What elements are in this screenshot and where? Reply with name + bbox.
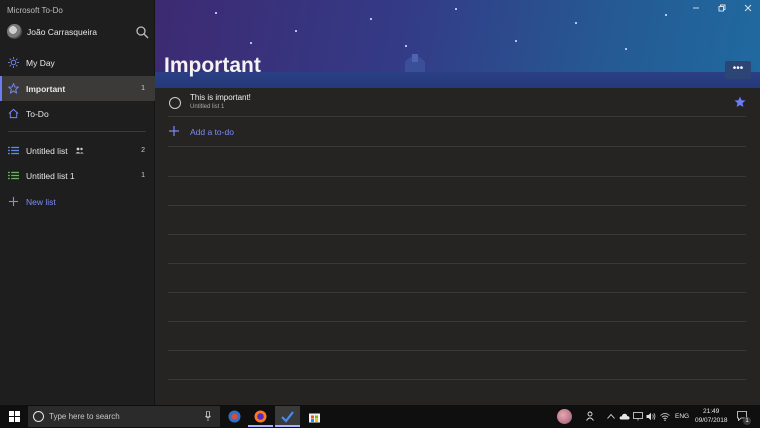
todo-check-icon	[281, 411, 294, 423]
star-dot	[625, 48, 627, 50]
store-bag-icon	[309, 413, 320, 423]
sidebar: Microsoft To-Do João Carrasqueira My Day…	[0, 0, 155, 405]
onedrive-cloud-icon[interactable]	[619, 412, 630, 420]
close-icon	[744, 4, 752, 12]
sidebar-item-important[interactable]: Important 1	[0, 76, 155, 101]
restore-button[interactable]	[716, 4, 728, 14]
sidebar-item-label: To-Do	[26, 109, 49, 119]
people-avatar[interactable]	[557, 409, 572, 424]
search-placeholder: Type here to search	[49, 412, 120, 421]
star-dot	[575, 22, 577, 24]
sidebar-divider	[8, 131, 146, 132]
sidebar-item-to-do[interactable]: To-Do	[0, 101, 155, 126]
volume-icon[interactable]	[646, 412, 656, 421]
shared-people-icon	[75, 147, 84, 154]
taskbar-app-ccleaner[interactable]	[222, 406, 247, 427]
network-icon[interactable]	[633, 412, 643, 421]
sun-icon	[8, 57, 19, 68]
sidebar-item-label: Untitled list 1	[26, 171, 75, 181]
star-dot	[295, 30, 297, 32]
star-outline-icon	[8, 83, 19, 94]
star-dot	[515, 40, 517, 42]
star-dot	[250, 42, 252, 44]
cortana-icon	[33, 411, 44, 422]
chevron-up-icon[interactable]	[607, 413, 615, 419]
wifi-icon[interactable]	[660, 412, 670, 421]
divider	[168, 379, 746, 380]
star-dot	[455, 8, 457, 10]
taskbar-app-firefox[interactable]	[248, 406, 273, 427]
task-title: This is important!	[190, 93, 251, 102]
plus-icon	[169, 126, 179, 136]
divider	[168, 350, 746, 351]
header-banner: Important •••	[155, 0, 760, 88]
notification-badge: 1	[743, 417, 751, 425]
divider	[168, 234, 746, 235]
list-icon	[8, 171, 19, 180]
language-indicator[interactable]: ENG	[675, 413, 689, 420]
clock-time[interactable]: 21:49	[703, 408, 719, 415]
sidebar-item-my-day[interactable]: My Day	[0, 50, 155, 75]
item-count: 1	[141, 172, 145, 179]
sidebar-item-label: My Day	[26, 58, 55, 68]
new-list-label: New list	[26, 197, 56, 207]
page-title: Important	[164, 54, 261, 77]
star-filled-icon[interactable]	[734, 96, 746, 108]
sidebar-list-untitled-list[interactable]: Untitled list 2	[0, 138, 155, 163]
complete-checkbox[interactable]	[169, 97, 181, 109]
divider	[168, 205, 746, 206]
divider	[168, 321, 746, 322]
close-button[interactable]	[742, 4, 754, 14]
star-dot	[665, 14, 667, 16]
minimize-icon	[693, 7, 699, 9]
add-todo-label: Add a to-do	[190, 127, 234, 137]
people-icon[interactable]	[586, 411, 596, 421]
sidebar-item-label: Important	[26, 84, 66, 94]
restore-icon	[718, 4, 726, 12]
list-icon	[8, 146, 19, 155]
task-list-name: Untitled list 1	[190, 104, 225, 110]
new-list-button[interactable]: New list	[0, 189, 155, 214]
windows-start-icon[interactable]	[9, 411, 20, 422]
item-count: 1	[141, 85, 145, 92]
taskbar: Type here to search ENG 21:49 09/07/2018…	[0, 405, 760, 428]
task-list: This is important! Untitled list 1 Add a…	[155, 88, 760, 405]
user-name: João Carrasqueira	[27, 27, 97, 37]
avatar	[7, 24, 22, 39]
minimize-button[interactable]	[690, 4, 702, 14]
task-row[interactable]: This is important! Untitled list 1	[168, 88, 746, 117]
divider	[168, 292, 746, 293]
item-count: 2	[141, 147, 145, 154]
sidebar-list-untitled-list-1[interactable]: Untitled list 1 1	[0, 163, 155, 188]
app-title: Microsoft To-Do	[7, 6, 63, 15]
star-dot	[215, 12, 217, 14]
star-dot	[370, 18, 372, 20]
home-icon	[8, 108, 19, 119]
clock-date[interactable]: 09/07/2018	[695, 417, 728, 424]
sidebar-item-label: Untitled list	[26, 146, 68, 156]
taskbar-app-todo[interactable]	[275, 406, 300, 427]
profile[interactable]: João Carrasqueira	[0, 22, 155, 42]
taskbar-app-store[interactable]	[302, 406, 327, 427]
divider	[168, 176, 746, 177]
more-options-button[interactable]: •••	[725, 61, 751, 79]
taskbar-search[interactable]: Type here to search	[28, 406, 220, 427]
plus-icon	[8, 196, 19, 207]
search-icon[interactable]	[135, 25, 149, 39]
ccleaner-icon	[228, 410, 241, 423]
firefox-icon	[254, 410, 267, 423]
divider	[168, 263, 746, 264]
microphone-icon[interactable]	[205, 411, 211, 421]
add-todo-row[interactable]: Add a to-do	[168, 117, 746, 147]
